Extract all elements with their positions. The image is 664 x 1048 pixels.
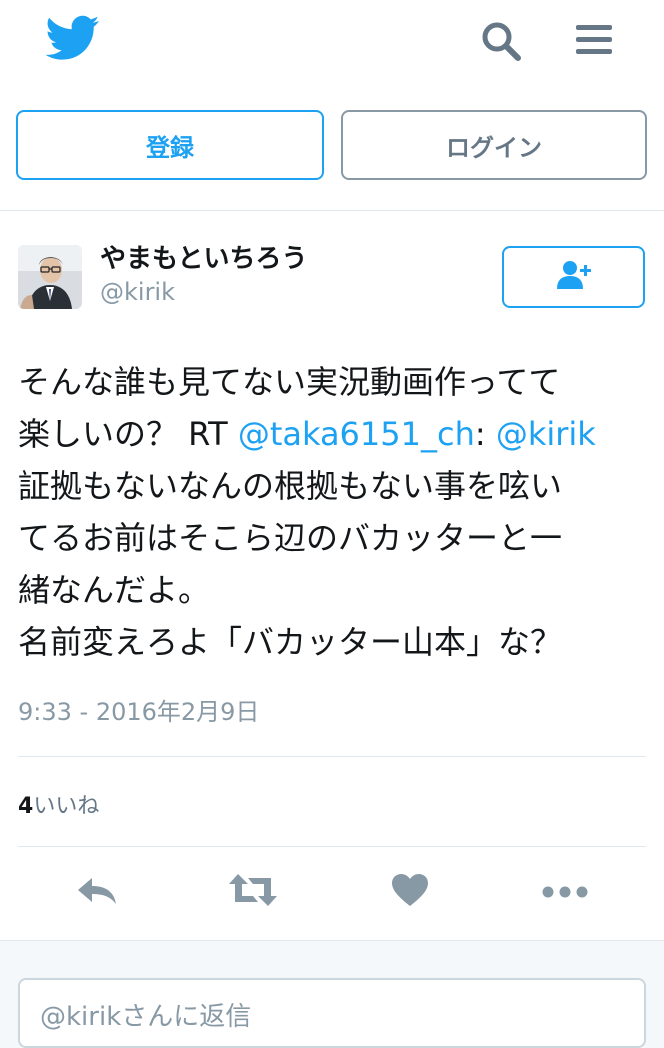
follow-button[interactable] xyxy=(502,246,645,308)
search-icon[interactable] xyxy=(478,18,524,64)
retweet-icon xyxy=(228,872,278,912)
reply-icon xyxy=(76,874,118,910)
more-button[interactable] xyxy=(542,870,588,914)
heart-icon xyxy=(391,873,429,911)
avatar[interactable] xyxy=(18,245,82,309)
author-name[interactable]: やまもといちろう xyxy=(100,238,307,275)
retweet-button[interactable] xyxy=(228,870,278,914)
login-button[interactable]: ログイン xyxy=(341,110,647,180)
top-bar: 登録 ログイン xyxy=(0,0,664,210)
twitter-bird-icon[interactable] xyxy=(45,14,100,62)
mention-link[interactable]: @kirik xyxy=(496,415,596,453)
tweet-line: 楽しいの？ RT @taka6151_ch: @kirik xyxy=(18,408,648,460)
tweet-text-segment: 楽しいの？ RT xyxy=(18,415,238,453)
like-button[interactable] xyxy=(388,870,432,914)
tweet-line: 名前変えろよ「バカッター山本」な？ xyxy=(18,623,563,661)
tweet-text: そんな誰も見てない実況動画作ってて 楽しいの？ RT @taka6151_ch:… xyxy=(18,356,648,668)
tweet-line: そんな誰も見てない実況動画作ってて xyxy=(18,363,561,401)
reply-input[interactable]: @kirikさんに返信 xyxy=(18,978,646,1048)
hamburger-menu-icon[interactable] xyxy=(574,22,614,58)
more-dots-icon xyxy=(542,883,588,902)
follow-user-icon xyxy=(554,259,594,295)
tweet-line: 緒なんだよ。 xyxy=(18,571,211,609)
divider xyxy=(18,846,646,847)
mention-link[interactable]: @taka6151_ch xyxy=(238,415,475,453)
likes-count[interactable]: 4いいね xyxy=(18,788,99,820)
author-handle[interactable]: @kirik xyxy=(100,278,175,306)
tweet-line: 証拠もないなんの根拠もない事を呟い xyxy=(18,467,563,505)
reply-button[interactable] xyxy=(75,870,119,914)
tweet-text-segment: : xyxy=(474,415,496,453)
likes-number: 4 xyxy=(18,794,34,819)
divider xyxy=(18,756,646,757)
tweet-line: てるお前はそこら辺のバカッターと一 xyxy=(18,519,563,557)
register-button[interactable]: 登録 xyxy=(16,110,324,180)
tweet-timestamp[interactable]: 9:33 - 2016年2月9日 xyxy=(18,692,259,727)
likes-label: いいね xyxy=(33,794,100,819)
